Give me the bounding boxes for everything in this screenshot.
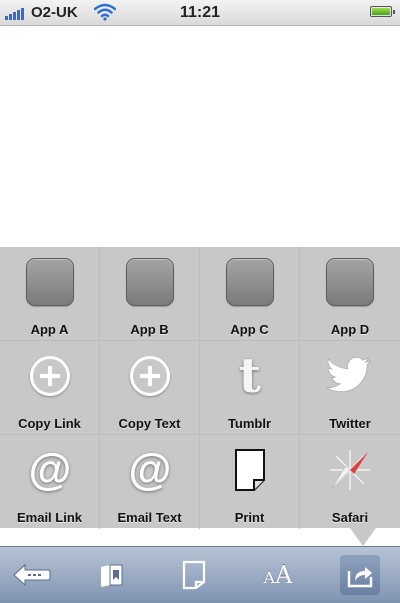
share-item-email-link[interactable]: @ Email Link bbox=[0, 435, 100, 529]
share-item-app-c[interactable]: App C bbox=[200, 247, 300, 341]
page-button[interactable] bbox=[174, 555, 214, 595]
share-item-app-b[interactable]: App B bbox=[100, 247, 200, 341]
share-item-app-a[interactable]: App A bbox=[0, 247, 100, 341]
bookmark-folder-icon bbox=[101, 564, 123, 587]
share-item-label: Email Link bbox=[16, 510, 83, 525]
share-item-label: Copy Text bbox=[118, 416, 181, 431]
clock: 11:21 bbox=[179, 4, 221, 21]
share-sheet: App A App B App C App D Copy Link Copy T… bbox=[0, 247, 400, 529]
at-sign-icon: @ bbox=[28, 445, 72, 494]
bookmarks-button[interactable] bbox=[92, 555, 132, 595]
share-item-label: App A bbox=[30, 322, 69, 337]
at-sign-icon: @ bbox=[128, 445, 172, 494]
share-item-label: App D bbox=[330, 322, 370, 337]
text-size-large-glyph: A bbox=[275, 561, 293, 589]
share-item-label: Email Text bbox=[117, 510, 182, 525]
tumblr-icon: t bbox=[238, 348, 262, 404]
share-item-print[interactable]: Print bbox=[200, 435, 300, 529]
text-size-button[interactable]: AA bbox=[258, 555, 298, 595]
share-item-twitter[interactable]: Twitter bbox=[300, 341, 400, 435]
back-button[interactable] bbox=[12, 555, 52, 595]
share-item-label: Twitter bbox=[329, 416, 371, 431]
app-placeholder-icon bbox=[26, 258, 74, 306]
status-bar: O2-UK 11:21 bbox=[0, 0, 400, 26]
share-item-label: Print bbox=[234, 510, 265, 525]
plus-circle-icon bbox=[130, 356, 170, 396]
compass-icon bbox=[330, 450, 370, 490]
share-item-email-text[interactable]: @ Email Text bbox=[100, 435, 200, 529]
share-item-label: Safari bbox=[331, 510, 369, 525]
share-button[interactable] bbox=[340, 555, 380, 595]
app-placeholder-icon bbox=[126, 258, 174, 306]
back-arrow-icon bbox=[13, 563, 51, 587]
text-size-icon: AA bbox=[264, 561, 293, 589]
battery-icon bbox=[370, 6, 395, 17]
page-icon bbox=[235, 449, 265, 491]
share-item-label: Tumblr bbox=[227, 416, 272, 431]
share-item-label: App C bbox=[230, 322, 269, 337]
share-item-label: App B bbox=[130, 322, 169, 337]
app-placeholder-icon bbox=[226, 258, 274, 306]
bottom-toolbar: AA bbox=[0, 546, 400, 603]
share-item-label: Copy Link bbox=[18, 416, 81, 431]
share-item-tumblr[interactable]: t Tumblr bbox=[200, 341, 300, 435]
share-item-copy-text[interactable]: Copy Text bbox=[100, 341, 200, 435]
share-icon bbox=[347, 567, 373, 588]
plus-circle-icon bbox=[30, 356, 70, 396]
share-item-copy-link[interactable]: Copy Link bbox=[0, 341, 100, 435]
share-item-app-d[interactable]: App D bbox=[300, 247, 400, 341]
page-icon bbox=[182, 560, 206, 590]
text-size-small-glyph: A bbox=[263, 568, 276, 587]
app-placeholder-icon bbox=[326, 258, 374, 306]
popover-pointer bbox=[350, 528, 376, 546]
share-item-safari[interactable]: Safari bbox=[300, 435, 400, 529]
twitter-bird-icon bbox=[326, 357, 371, 392]
